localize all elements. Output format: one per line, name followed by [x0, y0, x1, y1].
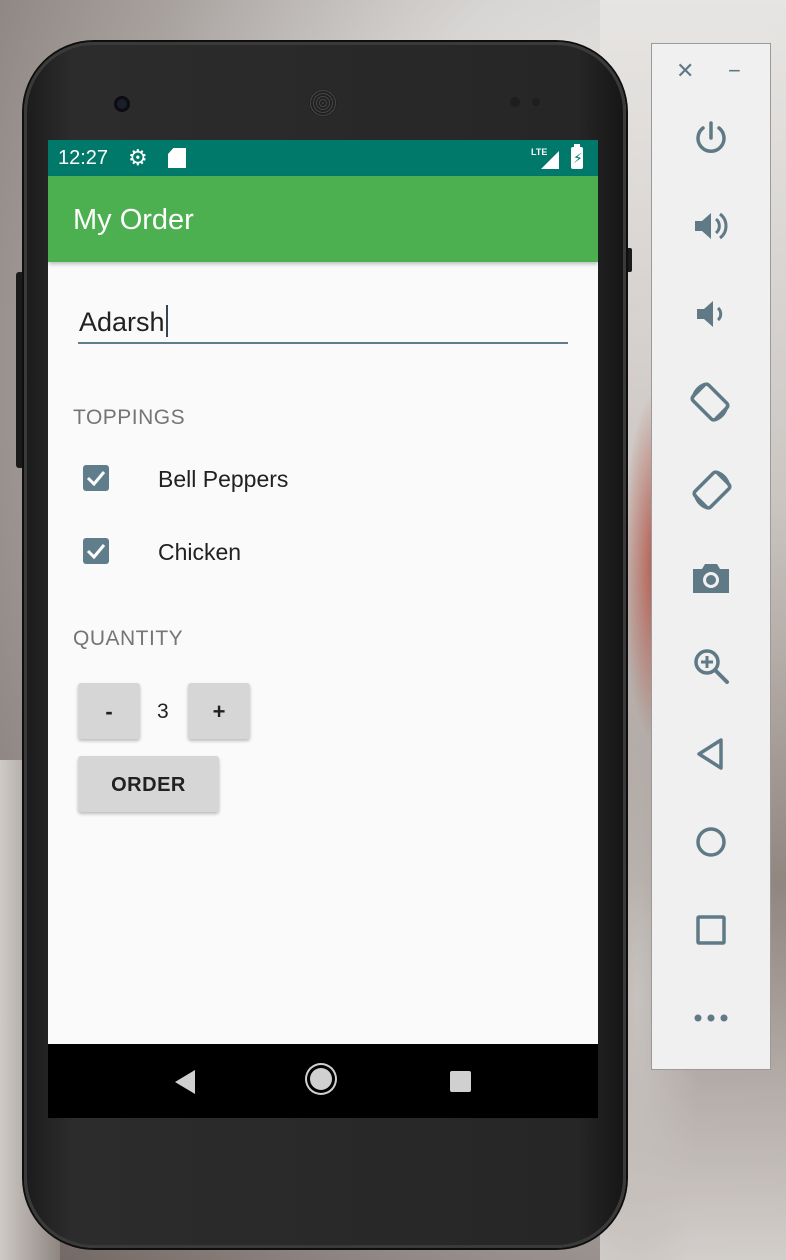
status-time: 12:27 — [58, 147, 109, 169]
signal-icon: LTE — [531, 147, 559, 169]
recents-square-icon[interactable] — [450, 1071, 471, 1092]
back-triangle-icon[interactable] — [175, 1070, 195, 1094]
emulator-toolbar: ✕ − — [651, 43, 771, 1070]
checkmark-icon — [86, 544, 106, 560]
chicken-checkbox[interactable] — [83, 538, 109, 564]
battery-charging-icon: ⚡ — [571, 144, 583, 169]
bell-peppers-checkbox[interactable] — [83, 465, 109, 491]
navigation-bar — [48, 1044, 598, 1118]
earpiece-speaker — [309, 89, 337, 117]
zoom-icon[interactable] — [652, 636, 770, 696]
phone-screen: 12:27 ⚙ LTE ⚡ My Order Adarsh TOPPINGS B… — [48, 140, 598, 1118]
gear-icon: ⚙ — [128, 145, 148, 170]
toppings-label: TOPPINGS — [73, 406, 186, 429]
chicken-label[interactable]: Chicken — [158, 539, 241, 566]
increment-button[interactable]: + — [188, 683, 250, 739]
camera-icon[interactable] — [652, 548, 770, 608]
sd-card-icon — [168, 148, 186, 168]
overview-icon[interactable] — [652, 900, 770, 960]
minimize-icon[interactable]: − — [728, 59, 741, 83]
close-icon[interactable]: ✕ — [676, 59, 694, 83]
order-button[interactable]: ORDER — [78, 756, 219, 812]
light-sensor — [532, 98, 540, 106]
bell-peppers-label[interactable]: Bell Peppers — [158, 466, 288, 493]
volume-up-icon[interactable] — [652, 196, 770, 256]
phone-side-button — [16, 272, 24, 468]
status-bar: 12:27 ⚙ LTE ⚡ — [48, 140, 598, 176]
app-title: My Order — [73, 204, 194, 236]
text-cursor — [165, 305, 168, 337]
quantity-label: QUANTITY — [73, 627, 184, 650]
power-icon[interactable] — [652, 108, 770, 168]
front-camera — [114, 96, 130, 112]
volume-down-icon[interactable] — [652, 284, 770, 344]
phone-side-button-right — [626, 248, 632, 272]
home-circle-icon[interactable] — [310, 1068, 332, 1090]
quantity-value: 3 — [157, 700, 169, 723]
name-input-value[interactable]: Adarsh — [79, 305, 168, 338]
decrement-button[interactable]: - — [78, 683, 140, 739]
rotate-right-icon[interactable] — [652, 460, 770, 520]
app-bar: My Order — [48, 176, 598, 262]
rotate-left-icon[interactable] — [652, 372, 770, 432]
checkmark-icon — [86, 471, 106, 487]
proximity-sensor — [510, 97, 520, 107]
home-icon[interactable] — [652, 812, 770, 872]
back-icon[interactable] — [652, 724, 770, 784]
more-icon[interactable] — [652, 988, 770, 1048]
